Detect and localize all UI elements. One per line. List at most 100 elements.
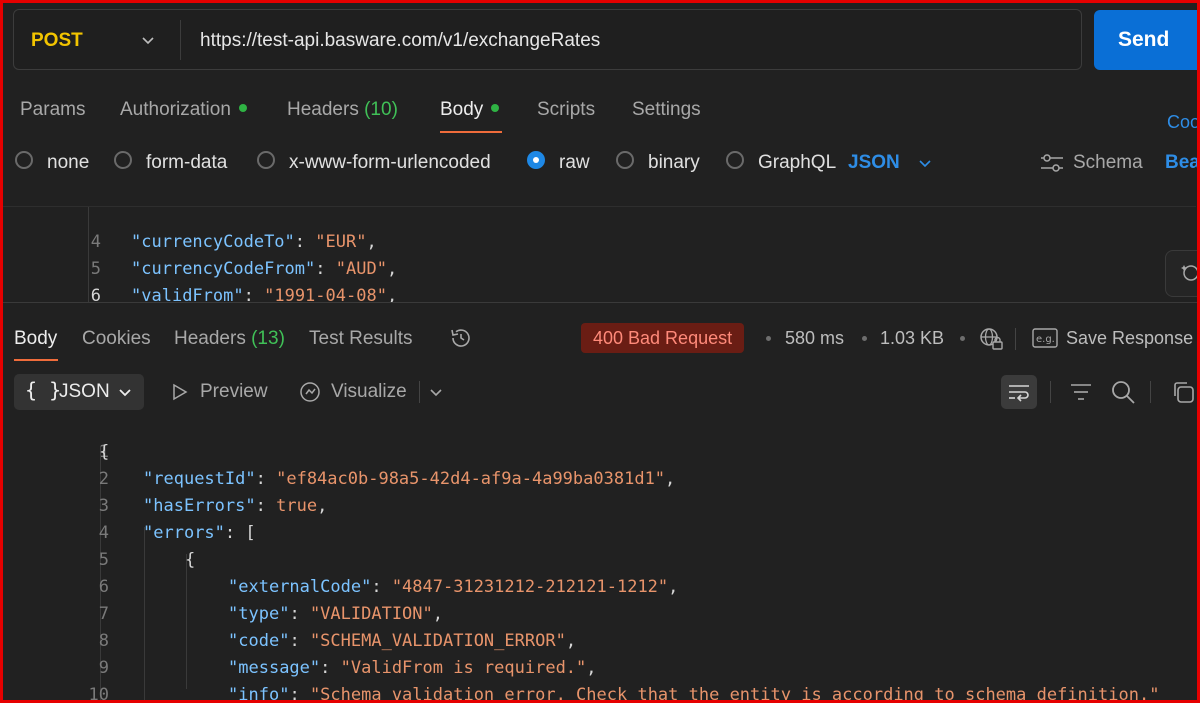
radio-binary[interactable]: [616, 151, 634, 169]
json-value: "VALIDATION": [309, 604, 433, 624]
code-line: 11}: [0, 692, 41, 703]
save-response-button[interactable]: Save Response: [1066, 328, 1193, 349]
active-tab-indicator: [14, 359, 58, 361]
filter-icon[interactable]: [1069, 380, 1093, 404]
radio-form-data[interactable]: [114, 151, 132, 169]
response-body-viewer[interactable]: 1{ 2 "requestId": "ef84ac0b-98a5-42d4-af9…: [0, 420, 1196, 703]
method-selector[interactable]: POST: [14, 10, 180, 69]
json-key: requestId: [153, 469, 246, 489]
preview-button[interactable]: Preview: [200, 381, 268, 403]
separator-dot: [862, 336, 867, 341]
response-tab-body[interactable]: Body: [14, 328, 57, 350]
line-number: 4: [90, 232, 101, 252]
json-value: "AUD": [335, 259, 387, 279]
tab-params[interactable]: Params: [20, 99, 85, 121]
json-value: "EUR": [315, 232, 367, 252]
json-value: "ValidFrom is required.": [340, 658, 587, 678]
cookies-link[interactable]: Coo: [1167, 112, 1200, 133]
tab-body[interactable]: Body: [440, 99, 500, 121]
code-line: 6 "validFrom": "1991-04-08",: [0, 266, 397, 303]
option-raw[interactable]: raw: [559, 152, 590, 174]
request-url-bar: POST https://test-api.basware.com/v1/exc…: [13, 9, 1082, 70]
network-globe-lock-icon[interactable]: [978, 326, 1004, 352]
json-value: true: [276, 496, 318, 516]
json-brace: {: [185, 550, 196, 570]
indent-guide: [144, 527, 145, 703]
json-value: "4847-31231212-212121-1212": [391, 577, 669, 597]
code-line: 2 "requestId": "ef84ac0b-98a5-42d4-af9a-4…: [0, 449, 676, 489]
line-number: 5: [98, 550, 109, 570]
option-none[interactable]: none: [47, 152, 89, 174]
response-format-label: JSON: [59, 381, 110, 402]
chevron-down-icon: [119, 389, 131, 397]
chevron-down-icon[interactable]: [428, 384, 444, 400]
example-icon: e.g.: [1032, 328, 1058, 348]
radio-none[interactable]: [15, 151, 33, 169]
ai-assist-button[interactable]: [1165, 250, 1200, 297]
status-badge[interactable]: 400 Bad Request: [581, 323, 745, 353]
radio-raw[interactable]: [527, 151, 545, 169]
code-line: 4 "errors": [: [0, 503, 256, 543]
json-brace: {: [99, 442, 110, 462]
braces-icon: { }: [25, 378, 62, 402]
search-icon[interactable]: [1110, 379, 1136, 405]
request-body-editor[interactable]: 4 "currencyCodeTo": "EUR", 5 "currencyCode…: [0, 206, 1196, 303]
response-time[interactable]: 580 ms: [785, 328, 844, 349]
code-line: 8 "code": "SCHEMA_VALIDATION_ERROR",: [0, 611, 576, 651]
radio-graphql[interactable]: [726, 151, 744, 169]
url-input[interactable]: https://test-api.basware.com/v1/exchange…: [200, 30, 600, 52]
pane-divider[interactable]: [0, 302, 1200, 303]
json-key: code: [238, 631, 280, 651]
option-urlencoded[interactable]: x-www-form-urlencoded: [289, 152, 491, 174]
json-key: message: [238, 658, 310, 678]
line-number: 6: [90, 286, 101, 303]
tab-authorization[interactable]: Authorization: [120, 99, 247, 121]
json-value: [: [245, 523, 256, 543]
json-value: "1991-04-08": [264, 286, 387, 303]
line-number: 6: [98, 577, 109, 597]
option-binary[interactable]: binary: [648, 152, 700, 174]
headers-count: (10): [364, 99, 398, 120]
json-key: hasErrors: [153, 496, 246, 516]
line-number: 7: [98, 604, 109, 624]
beautify-button[interactable]: Bea: [1165, 152, 1200, 174]
word-wrap-button[interactable]: [1001, 375, 1037, 409]
line-number: 8: [98, 631, 109, 651]
separator-dot: [960, 336, 965, 341]
line-number: 3: [98, 496, 109, 516]
tab-scripts[interactable]: Scripts: [537, 99, 595, 121]
sparkle-icon: [1181, 265, 1199, 281]
visualize-button[interactable]: Visualize: [331, 381, 407, 403]
tab-headers[interactable]: Headers (10): [287, 99, 398, 121]
wrap-icon: [1009, 385, 1029, 402]
code-line: 7 "type": "VALIDATION",: [0, 584, 443, 624]
code-line: 9 "message": "ValidFrom is required.",: [0, 638, 597, 678]
send-button[interactable]: Send: [1094, 10, 1200, 70]
code-line: 6 "externalCode": "4847-31231212-212121-1…: [0, 557, 679, 597]
code-line: 5{: [0, 530, 196, 570]
line-number: 4: [98, 523, 109, 543]
response-tab-headers[interactable]: Headers (13): [174, 328, 285, 350]
option-graphql[interactable]: GraphQL: [758, 152, 836, 174]
sliders-icon: [1041, 154, 1063, 172]
json-key: errors: [153, 523, 215, 543]
json-value: "Schema validation error. Check that the…: [309, 685, 1160, 703]
line-number: 5: [90, 259, 101, 279]
radio-urlencoded[interactable]: [257, 151, 275, 169]
response-tab-test-results[interactable]: Test Results: [309, 328, 412, 350]
copy-icon[interactable]: [1170, 379, 1196, 405]
toolbar-separator: [419, 381, 420, 403]
tab-label: Headers: [174, 328, 246, 349]
option-form-data[interactable]: form-data: [146, 152, 227, 174]
code-line: 4 "currencyCodeTo": "EUR",: [0, 212, 377, 252]
schema-button[interactable]: Schema: [1073, 152, 1143, 174]
json-key: currencyCodeTo: [141, 232, 285, 252]
history-icon[interactable]: [449, 326, 473, 350]
tab-settings[interactable]: Settings: [632, 99, 701, 121]
response-tab-cookies[interactable]: Cookies: [82, 328, 151, 350]
raw-format-select[interactable]: JSON: [848, 152, 900, 174]
tab-label: Body: [440, 99, 484, 120]
method-label: POST: [31, 30, 83, 51]
active-tab-indicator: [440, 131, 502, 133]
response-size[interactable]: 1.03 KB: [880, 328, 944, 349]
